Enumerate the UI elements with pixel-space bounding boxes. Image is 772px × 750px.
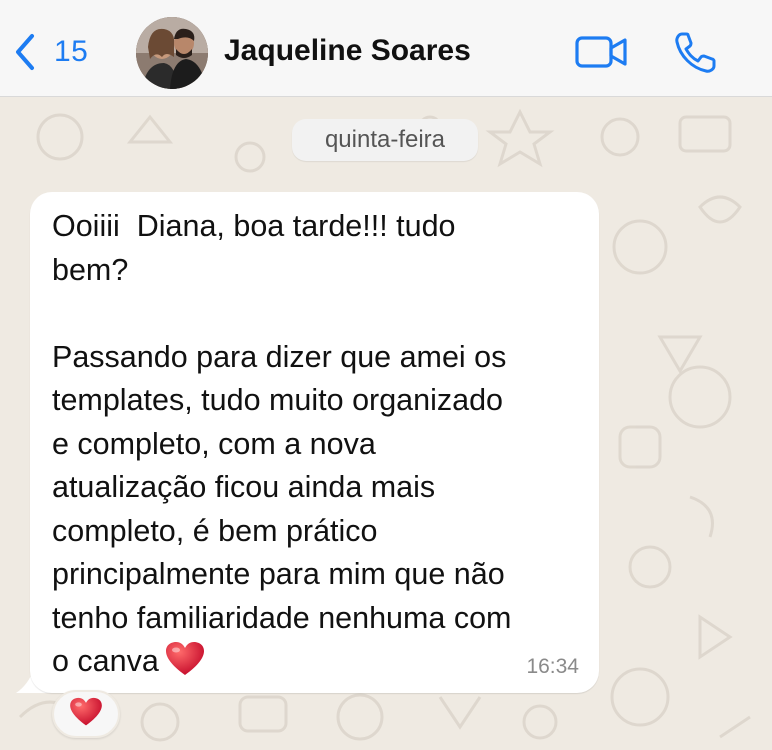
heart-icon xyxy=(69,697,103,732)
message-line: bem? xyxy=(52,252,129,287)
reaction-badge[interactable] xyxy=(52,690,120,738)
chevron-left-icon xyxy=(14,32,36,72)
avatar[interactable] xyxy=(136,17,208,89)
voice-call-button[interactable] xyxy=(672,30,718,76)
message-line: Ooiiii Diana, boa tarde!!! tudo xyxy=(52,209,456,243)
message-line: completo, é bem prático xyxy=(52,513,378,548)
chat-header: 15 Jaqueline Soares xyxy=(0,0,772,97)
message-line: atualização ficou ainda mais xyxy=(52,470,436,504)
message-bubble[interactable]: Ooiiii Diana, boa tarde!!! tudo bem? Pas… xyxy=(30,192,599,693)
message-line: tenho familiaridade nenhuma com xyxy=(52,600,512,635)
video-camera-icon xyxy=(575,36,629,74)
message-line-text: o canva xyxy=(52,644,159,678)
phone-icon xyxy=(672,32,718,80)
message-line: e completo, com a nova xyxy=(52,426,376,461)
message-line xyxy=(52,292,579,336)
message-line: principalmente para mim que não xyxy=(52,557,505,591)
video-call-button[interactable] xyxy=(575,34,629,70)
back-button[interactable]: 15 xyxy=(14,30,88,74)
unread-count: 15 xyxy=(54,35,89,68)
message-time: 16:34 xyxy=(526,655,579,678)
heart-icon xyxy=(165,641,205,690)
day-separator: quinta-feira xyxy=(292,119,478,161)
message-last-line: o canva xyxy=(52,640,579,684)
chat-area[interactable]: quinta-feira Ooiiii Diana, boa tarde!!! … xyxy=(0,97,772,750)
message-line: templates, tudo muito organizado xyxy=(52,383,503,417)
contact-name[interactable]: Jaqueline Soares xyxy=(224,34,471,68)
message-line: Passando para dizer que amei os xyxy=(52,339,507,374)
